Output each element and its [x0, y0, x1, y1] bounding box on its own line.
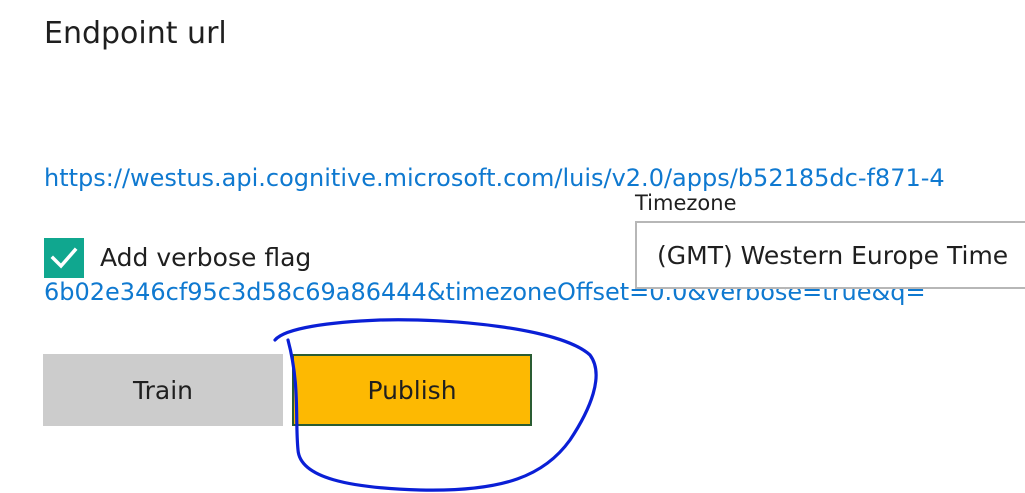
verbose-flag-checkbox[interactable] — [44, 238, 84, 278]
verbose-flag-checkbox-row[interactable]: Add verbose flag — [44, 238, 311, 278]
timezone-label: Timezone — [635, 191, 737, 215]
train-button[interactable]: Train — [43, 354, 283, 426]
verbose-flag-label: Add verbose flag — [100, 243, 312, 272]
endpoint-url-line-1: https://westus.api.cognitive.microsoft.c… — [44, 164, 945, 192]
check-icon — [50, 247, 78, 269]
endpoint-url-link[interactable]: https://westus.api.cognitive.microsoft.c… — [44, 83, 1025, 349]
timezone-selected-value: (GMT) Western Europe Time — [657, 241, 1009, 270]
timezone-select[interactable]: (GMT) Western Europe Time — [635, 221, 1025, 289]
publish-button[interactable]: Publish — [292, 354, 532, 426]
endpoint-url-title: Endpoint url — [44, 16, 227, 51]
